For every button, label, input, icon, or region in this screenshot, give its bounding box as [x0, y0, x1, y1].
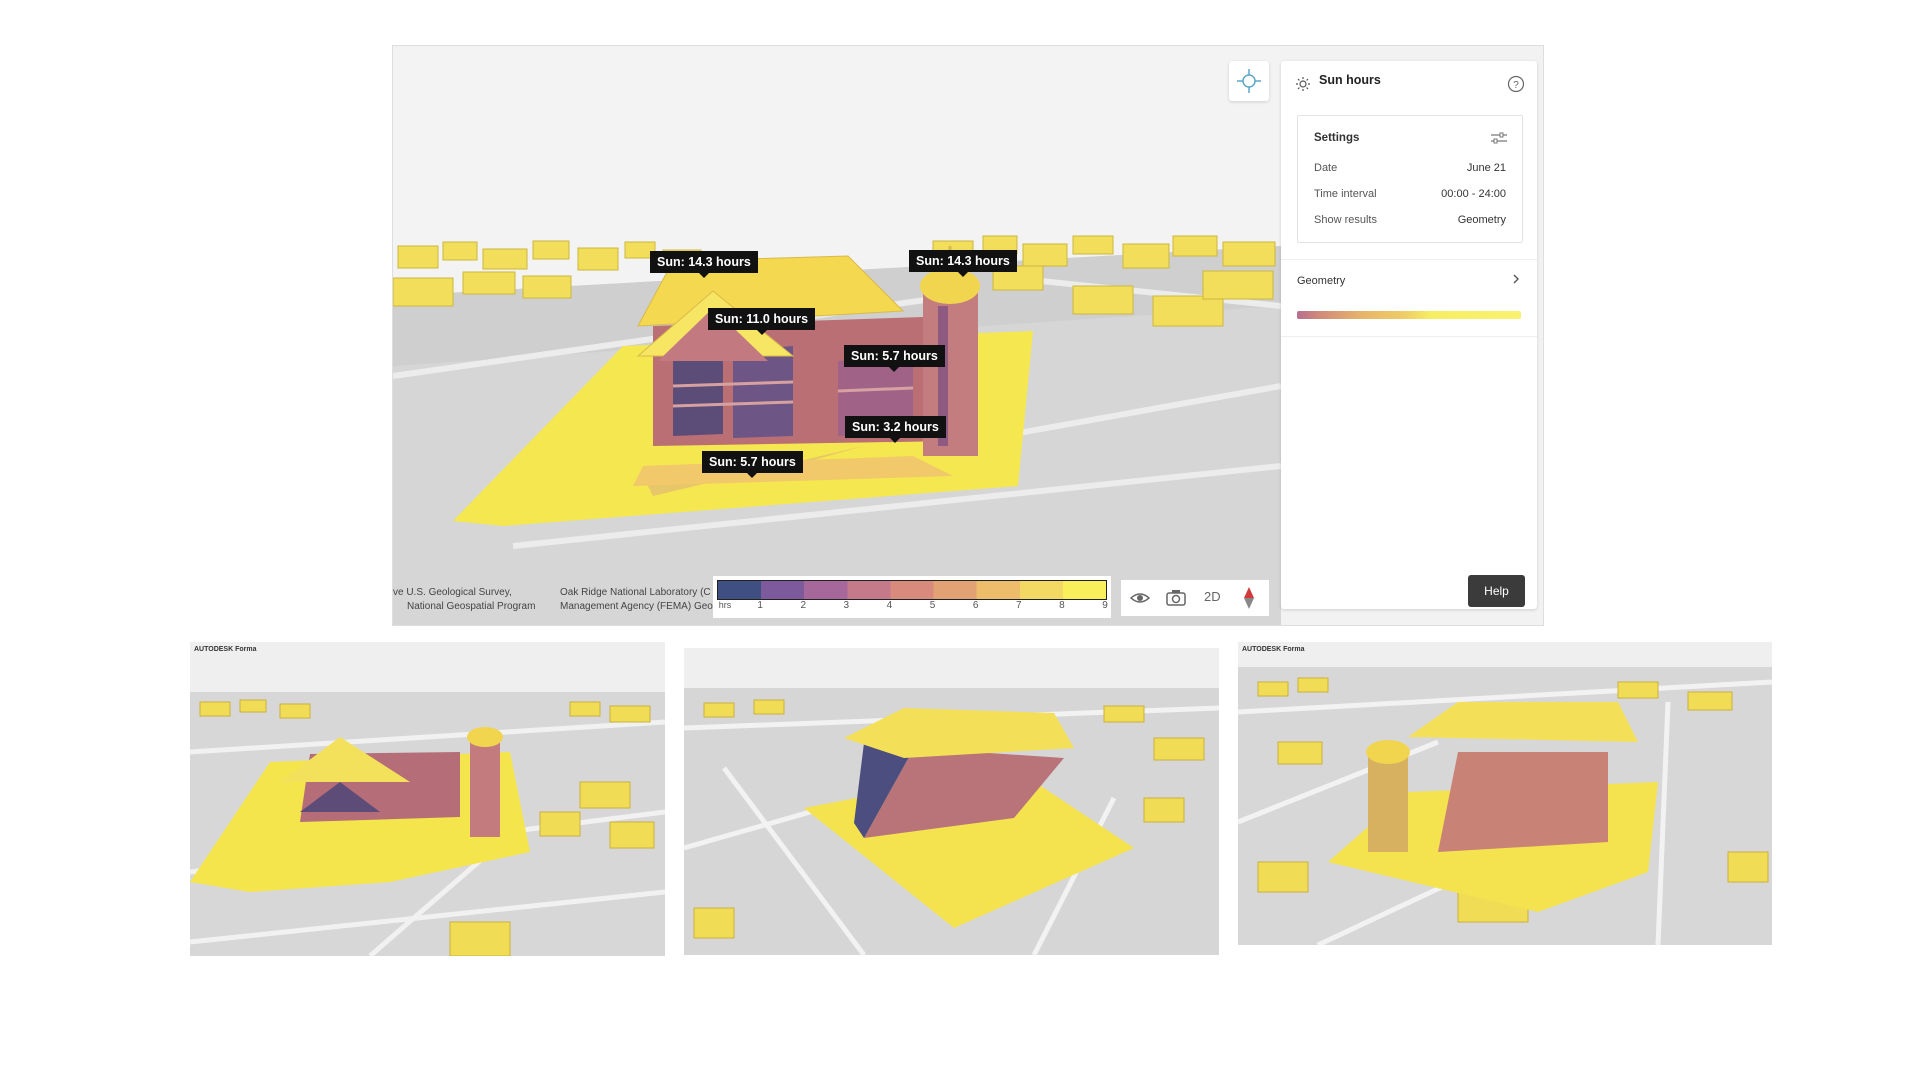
- legend-tick-label: 9: [1102, 600, 1108, 611]
- compass-icon[interactable]: [1241, 586, 1257, 610]
- camera-icon[interactable]: [1165, 588, 1187, 608]
- geometry-divider-top: [1281, 259, 1537, 260]
- geometry-label: Geometry: [1297, 275, 1346, 287]
- sliders-icon[interactable]: [1490, 130, 1508, 146]
- panel-title: Sun hours: [1319, 73, 1381, 87]
- sun-icon: [1296, 77, 1310, 91]
- geometry-row[interactable]: Geometry: [1297, 271, 1521, 291]
- legend-tick-label: 7: [1015, 600, 1022, 611]
- thumbnail-view-1: AUTODESK Forma: [190, 642, 665, 956]
- eye-icon[interactable]: [1129, 588, 1151, 608]
- sun-hours-tag: Sun: 5.7 hours: [844, 345, 945, 372]
- thumbnail-view-3: AUTODESK Forma: [1238, 642, 1772, 945]
- settings-card: Settings Date June 21 Time interval 00:0…: [1297, 115, 1523, 243]
- locate-button[interactable]: [1229, 61, 1269, 101]
- legend-tick-label: 8: [1059, 600, 1065, 611]
- geometry-divider-bottom: [1281, 336, 1537, 337]
- legend-color-bar: [717, 580, 1107, 600]
- setting-row-date[interactable]: Date June 21: [1314, 162, 1506, 174]
- sun-hours-tag: Sun: 14.3 hours: [909, 250, 1017, 277]
- help-button[interactable]: Help: [1468, 575, 1525, 607]
- geometry-distribution-bar: [1297, 311, 1521, 319]
- setting-value: June 21: [1466, 162, 1506, 174]
- 3d-scene[interactable]: [393, 46, 1281, 625]
- legend-tick-label: 6: [972, 600, 979, 611]
- sun-hours-legend: hrs 1 2 3 4 5 6 7 8 9: [713, 576, 1111, 618]
- autodesk-forma-logo: AUTODESK Forma: [194, 646, 257, 653]
- sun-hours-tag: Sun: 14.3 hours: [650, 251, 758, 278]
- legend-unit: hrs: [718, 600, 732, 610]
- legend-tick-label: 5: [929, 600, 936, 611]
- setting-value: 00:00 - 24:00: [1441, 188, 1506, 200]
- setting-label: Show results: [1314, 214, 1377, 226]
- view-toolbar: 2D: [1121, 580, 1269, 616]
- crosshair-icon: [1237, 69, 1261, 93]
- setting-row-time-interval[interactable]: Time interval 00:00 - 24:00: [1314, 188, 1506, 200]
- legend-tick-label: 2: [800, 600, 806, 611]
- sun-hours-tag: Sun: 5.7 hours: [702, 451, 803, 478]
- autodesk-forma-logo: AUTODESK Forma: [1242, 646, 1305, 653]
- sun-hours-tag: Sun: 3.2 hours: [845, 416, 946, 443]
- setting-row-show-results[interactable]: Show results Geometry: [1314, 214, 1506, 226]
- attribution-usgs: ve U.S. Geological Survey, National Geos…: [393, 587, 536, 612]
- legend-tick-label: 4: [886, 600, 893, 611]
- setting-label: Date: [1314, 162, 1338, 174]
- thumbnail-view-2: [684, 648, 1219, 955]
- sun-hours-panel: Sun hours ? Settings Date June 21 Time i…: [1281, 61, 1537, 609]
- legend-tick-label: 1: [757, 600, 763, 611]
- chevron-right-icon: [1513, 274, 1519, 284]
- view-2d-toggle[interactable]: 2D: [1204, 589, 1221, 604]
- settings-title: Settings: [1314, 132, 1360, 144]
- legend-tick-label: 3: [843, 600, 850, 611]
- sun-hours-tag: Sun: 11.0 hours: [708, 308, 816, 335]
- main-viewer[interactable]: Sun: 14.3 hours Sun: 14.3 hours Sun: 11.…: [392, 45, 1544, 626]
- setting-label: Time interval: [1314, 188, 1377, 200]
- setting-value: Geometry: [1457, 214, 1506, 226]
- svg-text:?: ?: [1513, 80, 1519, 91]
- attribution-ornl: Oak Ridge National Laboratory (C Managem…: [560, 587, 713, 612]
- help-circle-icon[interactable]: ?: [1507, 75, 1525, 93]
